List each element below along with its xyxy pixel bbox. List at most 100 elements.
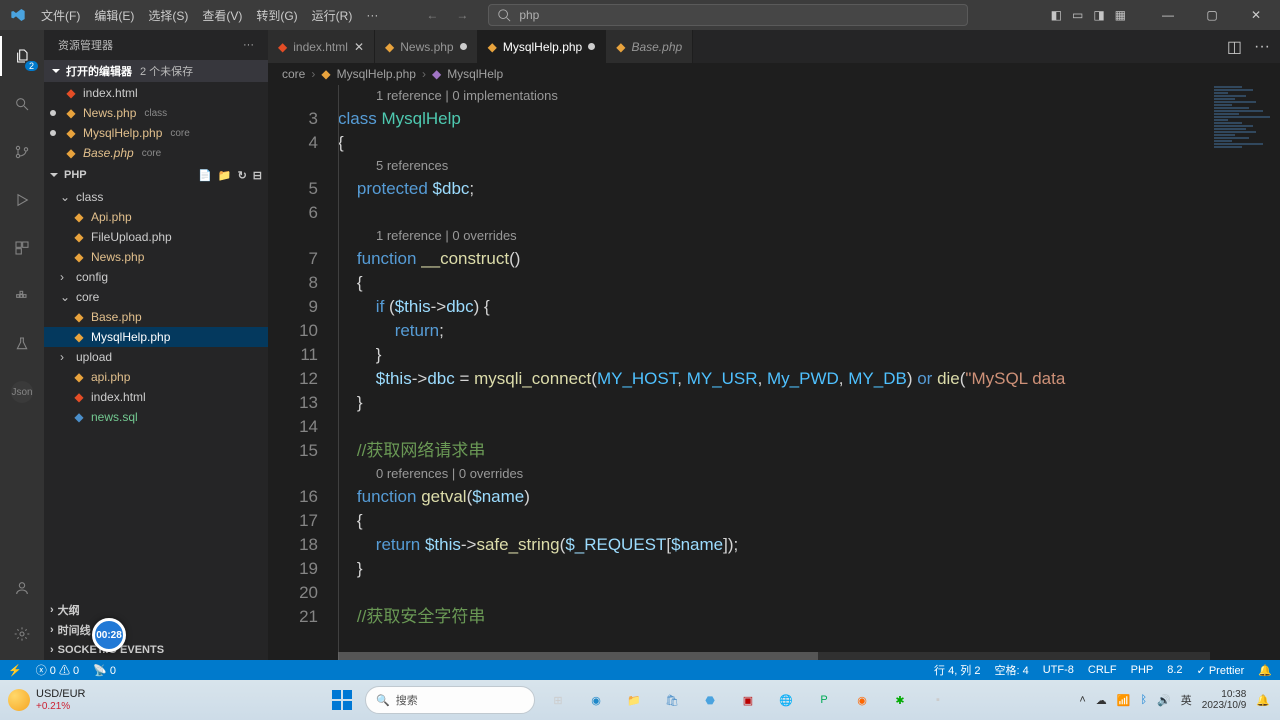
menu-run[interactable]: 运行(R) [306,3,359,28]
activity-test[interactable] [0,324,44,364]
activity-search[interactable] [0,84,44,124]
nav-back-icon[interactable]: ← [426,8,438,22]
breadcrumb-item[interactable]: MysqlHelp.php [337,67,416,81]
window-close-icon[interactable]: ✕ [1236,0,1276,30]
tab-base-php[interactable]: ◆Base.php [606,30,693,63]
taskbar-app-edge[interactable]: ◉ [581,685,611,715]
encoding[interactable]: UTF-8 [1043,664,1074,676]
menu-edit[interactable]: 编辑(E) [88,3,140,28]
folder-class[interactable]: ⌄class [44,187,268,207]
taskbar-search[interactable]: 🔍搜索 [365,686,535,714]
horizontal-scrollbar[interactable] [338,652,1210,660]
recording-timer-badge[interactable]: 00:28 [92,618,126,652]
taskbar-app-wechat[interactable]: ✱ [885,685,915,715]
new-folder-icon[interactable]: 📁 [218,169,232,182]
tab-index-html[interactable]: ◆index.html✕ [268,30,375,63]
file-item[interactable]: ◆index.html [44,387,268,407]
folder-upload[interactable]: ›upload [44,347,268,367]
codelens[interactable]: 1 reference | 0 overrides [376,228,517,243]
layout-panel-icon[interactable]: ▭ [1072,8,1083,22]
activity-extensions[interactable] [0,228,44,268]
taskbar-app-postman[interactable]: ◉ [847,685,877,715]
open-editors-header[interactable]: 打开的编辑器 2 个未保存 [44,60,268,82]
more-actions-icon[interactable]: ··· [1254,38,1270,56]
socketio-section[interactable]: ›SOCKET.IO EVENTS [44,640,268,660]
file-item[interactable]: ◆api.php [44,367,268,387]
notifications-icon[interactable]: 🔔 [1258,664,1272,677]
file-item[interactable]: ◆News.php [44,247,268,267]
tab-mysqlhelp-php[interactable]: ◆MysqlHelp.php [478,30,607,63]
file-item-selected[interactable]: ◆MysqlHelp.php [44,327,268,347]
prettier[interactable]: ✓ Prettier [1197,664,1245,677]
tray-clock[interactable]: 10:38 2023/10/9 [1202,689,1247,711]
tray-ime-icon[interactable]: 英 [1181,692,1192,708]
codelens[interactable]: 5 references [376,158,448,173]
menu-goto[interactable]: 转到(G) [250,3,303,28]
layout-sidebar-left-icon[interactable]: ◧ [1051,8,1062,22]
ports[interactable]: 📡 0 [93,664,116,677]
collapse-all-icon[interactable]: ⊟ [253,169,262,182]
close-icon[interactable]: ✕ [354,40,364,54]
file-item[interactable]: ◆FileUpload.php [44,227,268,247]
language-mode[interactable]: PHP [1131,664,1154,676]
breadcrumb-item[interactable]: core [282,67,305,81]
taskbar-app-chrome[interactable]: 🌐 [771,685,801,715]
taskbar-app-terminal[interactable]: ▪ [923,685,953,715]
file-item[interactable]: ◆news.sql [44,407,268,427]
open-editor-item[interactable]: ◆MysqlHelp.phpcore [44,123,268,143]
tray-bluetooth-icon[interactable]: ᛒ [1140,694,1147,706]
taskbar-widget[interactable]: USD/EUR +0.21% [0,688,86,711]
timeline-section[interactable]: ›时间线 [44,620,268,640]
taskbar-app-explorer[interactable]: 📁 [619,685,649,715]
taskbar-app-p[interactable]: P [809,685,839,715]
tray-onedrive-icon[interactable]: ☁ [1096,694,1107,707]
taskbar-app-vscode[interactable]: ⬣ [695,685,725,715]
activity-explorer[interactable]: 2 [0,36,44,76]
activity-settings[interactable] [0,614,44,654]
task-view-icon[interactable]: ⊞ [543,685,573,715]
tray-volume-icon[interactable]: 🔊 [1157,694,1171,707]
minimap[interactable] [1210,85,1280,645]
problems-errors[interactable]: ⓧ 0 ⚠ 0 [36,662,79,678]
folder-config[interactable]: ›config [44,267,268,287]
tab-news-php[interactable]: ◆News.php [375,30,478,63]
file-item[interactable]: ◆Base.php [44,307,268,327]
codelens[interactable]: 0 references | 0 overrides [376,466,523,481]
new-file-icon[interactable]: 📄 [198,169,212,182]
open-editor-item[interactable]: ◆index.html [44,83,268,103]
layout-customize-icon[interactable]: ▦ [1115,8,1126,22]
refresh-icon[interactable]: ↻ [238,169,247,182]
php-version[interactable]: 8.2 [1167,664,1182,676]
menu-overflow[interactable]: ··· [358,4,386,26]
file-item[interactable]: ◆Api.php [44,207,268,227]
codelens[interactable]: 1 reference | 0 implementations [376,88,558,103]
activity-debug[interactable] [0,180,44,220]
open-editor-item[interactable]: ◆Base.phpcore [44,143,268,163]
breadcrumb[interactable]: core› ◆MysqlHelp.php› ◆MysqlHelp [268,63,1280,85]
code-editor[interactable]: 3 4 5 6 7 8 9 10 11 12 13 14 15 16 17 18… [268,85,1280,660]
window-maximize-icon[interactable]: ▢ [1192,0,1232,30]
split-editor-icon[interactable]: ◫ [1227,37,1242,57]
activity-scm[interactable] [0,132,44,172]
tray-network-icon[interactable]: 📶 [1117,694,1131,707]
code-content[interactable]: 1 reference | 0 implementations class My… [338,85,1280,660]
tray-chevron-icon[interactable]: ˄ [1079,694,1085,706]
activity-json[interactable]: Json [0,372,44,412]
sidebar-more-icon[interactable]: ··· [243,39,254,51]
workspace-root-header[interactable]: PHP 📄 📁 ↻ ⊟ [44,164,268,186]
open-editor-item[interactable]: ◆News.phpclass [44,103,268,123]
outline-section[interactable]: ›大纲 [44,600,268,620]
menu-select[interactable]: 选择(S) [142,3,194,28]
breadcrumb-item[interactable]: MysqlHelp [447,67,503,81]
command-center-search[interactable]: php [488,4,968,26]
remote-indicator[interactable]: ⚡ [8,664,22,677]
taskbar-app-filezilla[interactable]: ▣ [733,685,763,715]
layout-sidebar-right-icon[interactable]: ◨ [1093,8,1104,22]
eol[interactable]: CRLF [1088,664,1117,676]
indentation[interactable]: 空格: 4 [994,662,1028,678]
start-button[interactable] [327,685,357,715]
scrollbar-thumb[interactable] [338,652,818,660]
tray-notifications-icon[interactable]: 🔔 [1256,694,1270,707]
folder-core[interactable]: ⌄core [44,287,268,307]
activity-docker[interactable] [0,276,44,316]
